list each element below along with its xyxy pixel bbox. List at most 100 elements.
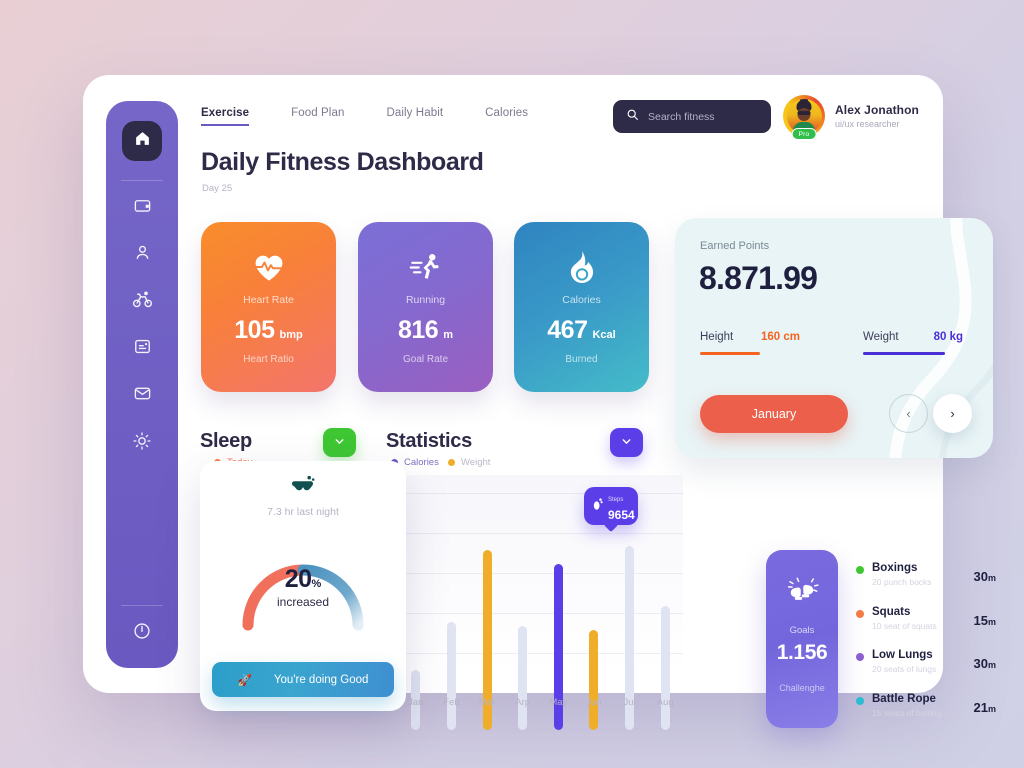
chart-bar[interactable] (589, 629, 599, 730)
chevron-down-icon (620, 435, 633, 451)
tab-exercise[interactable]: Exercise (201, 107, 250, 126)
sidebar-item-theme[interactable] (129, 430, 155, 456)
sidebar-item-wallet[interactable] (129, 195, 155, 221)
running-icon (409, 250, 443, 284)
month-button[interactable]: January (700, 395, 848, 433)
sleep-gauge-value: 20% (200, 565, 406, 594)
tab-daily-habit[interactable]: Daily Habit (386, 107, 443, 124)
tab-food-plan[interactable]: Food Plan (291, 107, 344, 124)
chart-x-label: Mar (478, 697, 496, 708)
sidebar-divider-top (121, 180, 163, 181)
sidebar-item-mail[interactable] (129, 383, 155, 409)
sleep-mask-icon (290, 475, 316, 502)
chart-x-label: Feb (443, 697, 460, 708)
rocket-icon: 🚀 (237, 674, 252, 687)
goals-label: Goals (789, 625, 815, 636)
chevron-right-icon: › (950, 406, 955, 421)
tooltip-label: Steps (608, 497, 624, 503)
chart-bar[interactable] (660, 605, 670, 730)
metric-weight: Weight 80 kg (863, 331, 963, 355)
profile-role: ui/ux researcher (835, 119, 900, 129)
doing-good-button[interactable]: 🚀 You're doing Good (212, 662, 394, 697)
wallet-icon (133, 196, 152, 220)
user-profile[interactable]: Pro Alex Jonathon ui/ux researcher (783, 95, 919, 140)
exercise-row[interactable]: Squats 10 seat of squats 15m (856, 606, 996, 650)
chart-x-label: Arp (515, 697, 531, 708)
exercise-subtitle: 15 seats of batting (872, 707, 942, 718)
tooltip-value: 9654 (608, 508, 635, 522)
sidebar-divider-bottom (121, 605, 163, 606)
statistics-dropdown-button[interactable] (610, 428, 643, 457)
chart-bar[interactable] (518, 625, 528, 730)
earned-points-label: Earned Points (700, 240, 770, 252)
sidebar (106, 101, 178, 668)
chevron-left-icon: ‹ (906, 406, 911, 421)
exercise-subtitle: 10 seat of squats (872, 620, 937, 631)
tab-calories[interactable]: Calories (485, 107, 528, 124)
search-bar[interactable] (613, 100, 771, 133)
page-title: Daily Fitness Dashboard (201, 148, 484, 176)
chart-bar[interactable] (446, 621, 456, 730)
metric-height: Height 160 cm (700, 331, 800, 355)
sidebar-item-profile[interactable] (129, 242, 155, 268)
chart-x-label: Aug (656, 697, 674, 708)
search-icon (626, 108, 639, 126)
heart-pulse-icon (253, 250, 285, 284)
sidebar-item-logout[interactable] (129, 620, 155, 646)
user-icon (133, 243, 152, 267)
statistics-heading: Statistics (386, 430, 472, 452)
stat-label: Calories (562, 294, 601, 306)
stat-card-heart-rate[interactable]: Heart Rate 105 bmp Heart Ratio (201, 222, 336, 392)
footprint-icon (591, 496, 604, 516)
stat-label: Running (405, 294, 446, 306)
exercise-color-dot (856, 653, 864, 661)
prev-month-button[interactable]: ‹ (889, 394, 928, 433)
sleep-dropdown-button[interactable] (323, 428, 356, 457)
stat-card-calories[interactable]: Calories 467 Kcal Burned (514, 222, 649, 392)
exercise-duration: 30m (973, 569, 996, 584)
stat-unit: bmp (279, 329, 303, 341)
exercise-row[interactable]: Battle Rope 15 seats of batting 21m (856, 693, 996, 737)
stat-value: 816 (398, 316, 439, 344)
stat-value: 105 (234, 316, 275, 344)
stat-label: Heart Rate (243, 294, 294, 306)
gauge-percent: % (311, 578, 322, 590)
chart-tooltip: Steps 9654 (584, 487, 638, 525)
gauge-number: 20 (284, 565, 312, 593)
avatar[interactable]: Pro (783, 95, 825, 140)
metric-value: 160 cm (760, 331, 800, 343)
exercise-duration: 21m (973, 699, 996, 715)
flame-icon (568, 250, 596, 284)
exercise-duration: 30m (973, 656, 996, 671)
chart-x-axis: Jan Feb Mar Arp May Jun Jul Aug (398, 697, 683, 708)
doing-good-label: You're doing Good (273, 673, 369, 686)
search-input[interactable] (648, 110, 758, 123)
power-icon (132, 621, 152, 646)
exercise-color-dot (856, 696, 864, 705)
sleep-hours: 7.3 hr last night (267, 506, 339, 518)
goals-card[interactable]: Goals 1.156 Challenghe (766, 550, 838, 728)
bicycle-icon (132, 289, 153, 315)
chart-x-label: May (549, 697, 568, 708)
earned-points-value: 8.871.99 (699, 260, 818, 296)
stat-footer: Goal Rate (402, 354, 449, 365)
exercise-row[interactable]: Boxings 20 punch bocks 30m (856, 562, 996, 606)
earned-points-panel: Earned Points 8.871.99 Height 160 cm Wei… (675, 218, 993, 458)
next-month-button[interactable]: › (933, 394, 972, 433)
stat-unit: Kcal (592, 329, 616, 341)
metric-value: 80 kg (933, 331, 963, 343)
sleep-card: 7.3 hr last night 20% increased 🚀 You're… (200, 461, 406, 711)
exercise-name: Boxings (872, 562, 918, 574)
legend-label: Weight (461, 457, 491, 468)
sidebar-item-home[interactable] (122, 121, 162, 161)
sidebar-item-cycling[interactable] (129, 289, 155, 315)
stat-card-running[interactable]: Running 816 m Goal Rate (358, 222, 493, 392)
metric-bar (863, 352, 945, 355)
boxing-gloves-icon (785, 576, 819, 611)
sidebar-item-notes[interactable] (129, 336, 155, 362)
goals-value: 1.156 (776, 641, 828, 664)
metric-name: Height (700, 331, 734, 343)
stat-footer: Heart Ratio (243, 354, 294, 365)
exercise-color-dot (856, 609, 864, 618)
exercise-row[interactable]: Low Lungs 20 seats of lungs 30m (856, 649, 996, 693)
